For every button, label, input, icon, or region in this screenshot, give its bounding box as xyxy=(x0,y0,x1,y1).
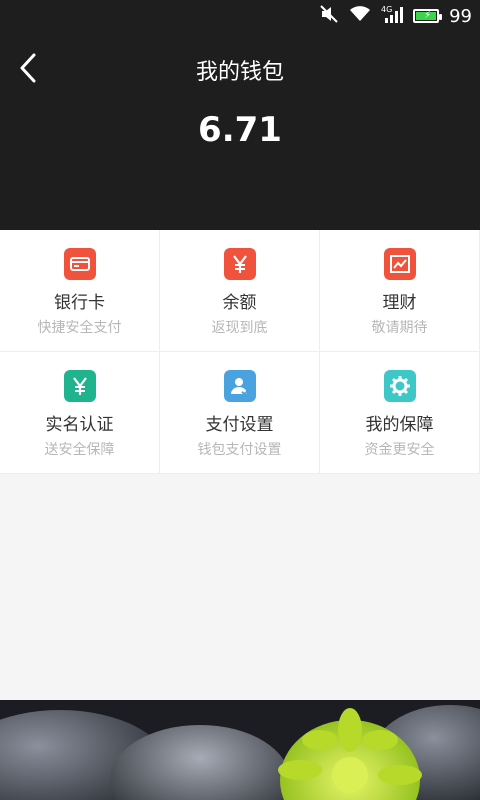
menu-title: 余额 xyxy=(222,293,257,313)
menu-subtitle: 快捷安全支付 xyxy=(37,320,122,336)
page-title: 我的钱包 xyxy=(195,60,284,85)
menu-my-protection[interactable]: 我的保障 资金更安全 xyxy=(320,352,480,474)
verify-yen-icon xyxy=(63,370,96,402)
charging-icon: ⚡ xyxy=(424,10,432,21)
menu-title: 银行卡 xyxy=(54,293,105,313)
wallet-header: 我的钱包 6.71 xyxy=(0,32,480,230)
battery-icon: ⚡ xyxy=(413,9,443,23)
menu-subtitle: 送安全保障 xyxy=(44,442,115,458)
menu-title: 支付设置 xyxy=(205,415,274,435)
status-bar: 4G ⚡ 99 xyxy=(0,0,480,32)
menu-subtitle: 资金更安全 xyxy=(364,442,435,458)
menu-balance[interactable]: 余额 返现到底 xyxy=(160,230,320,352)
wallet-menu-grid: 银行卡 快捷安全支付 余额 返现到底 理财 敬请期待 实名认证 送安全保障 支付… xyxy=(0,230,480,474)
menu-title: 我的保障 xyxy=(365,415,434,435)
gear-icon xyxy=(383,370,416,402)
svg-text:4G: 4G xyxy=(381,5,392,14)
status-icons: 4G ⚡ 99 xyxy=(319,4,472,28)
menu-finance[interactable]: 理财 敬请期待 xyxy=(320,230,480,352)
yen-icon xyxy=(223,248,256,280)
user-settings-icon xyxy=(223,370,256,402)
menu-title: 理财 xyxy=(382,293,417,313)
bank-card-icon xyxy=(63,248,96,280)
balance-amount[interactable]: 6.71 xyxy=(0,110,480,150)
menu-payment-settings[interactable]: 支付设置 钱包支付设置 xyxy=(160,352,320,474)
menu-title: 实名认证 xyxy=(45,415,114,435)
menu-bank-card[interactable]: 银行卡 快捷安全支付 xyxy=(0,230,160,352)
banner-image xyxy=(0,700,480,800)
menu-subtitle: 敬请期待 xyxy=(371,320,428,336)
wifi-icon xyxy=(349,5,371,27)
finance-chart-icon xyxy=(383,248,416,280)
menu-subtitle: 钱包支付设置 xyxy=(197,442,282,458)
menu-subtitle: 返现到底 xyxy=(211,320,268,336)
signal-4g-icon: 4G xyxy=(381,4,404,28)
menu-real-name-verify[interactable]: 实名认证 送安全保障 xyxy=(0,352,160,474)
mute-icon xyxy=(319,4,339,28)
battery-percent: 99 xyxy=(449,5,472,27)
